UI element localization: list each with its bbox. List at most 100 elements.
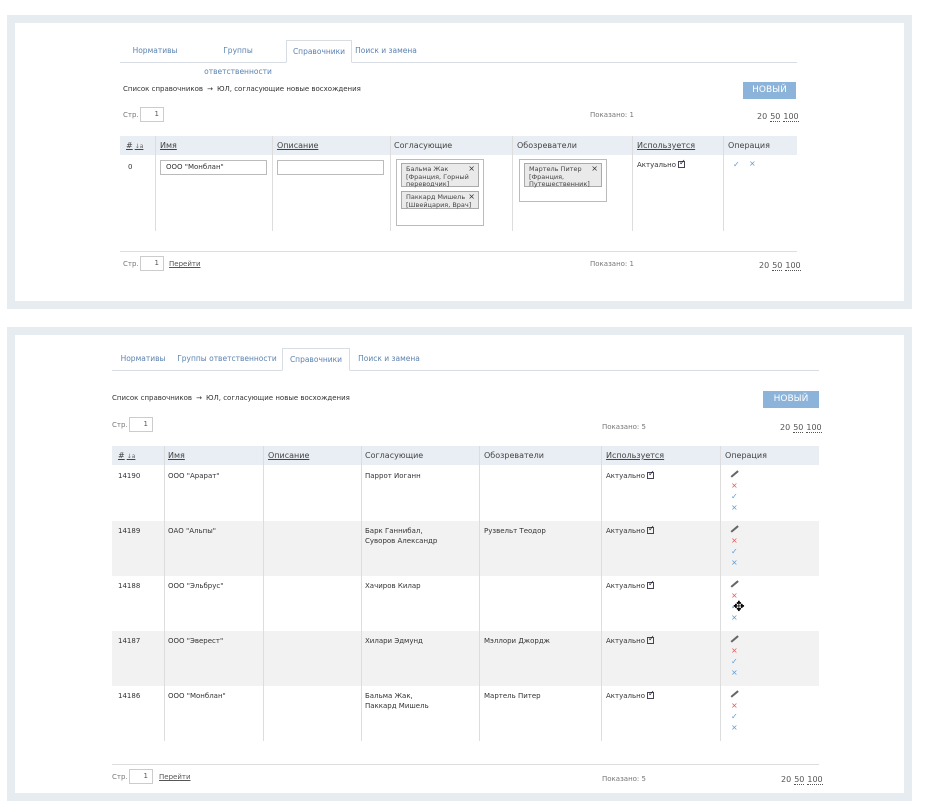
delete-icon[interactable]: × [731, 481, 738, 490]
page-size-50[interactable]: 50 [794, 775, 805, 785]
col-name[interactable]: Имя [160, 136, 177, 155]
tab-norms[interactable]: Нормативы [120, 40, 190, 61]
edit-icon[interactable] [730, 470, 738, 480]
used-status[interactable]: Актуально [637, 158, 686, 170]
cancel-icon[interactable]: × [731, 558, 738, 567]
edit-icon[interactable] [730, 690, 738, 700]
row-approvers: Хачиров Килар [365, 582, 421, 590]
col-divider [390, 136, 391, 231]
col-used[interactable]: Используется [606, 446, 664, 465]
page-size-50[interactable]: 50 [770, 112, 781, 122]
tab-search-replace[interactable]: Поиск и замена [352, 40, 420, 61]
row-num: 14186 [118, 692, 141, 700]
col-description[interactable]: Описание [268, 446, 309, 465]
confirm-icon[interactable]: ✓ [731, 712, 738, 721]
delete-icon[interactable]: × [731, 536, 738, 545]
page-input[interactable]: 1 [140, 107, 164, 122]
page-label: Стр. [123, 260, 139, 268]
reviewers-field[interactable]: Мартель Питер [Франция, Путешественник] … [519, 159, 607, 202]
row-used[interactable]: Актуально [606, 524, 655, 536]
checkbox-icon[interactable] [647, 469, 655, 479]
divider [112, 764, 819, 765]
remove-tag-icon[interactable]: × [591, 165, 598, 173]
col-num[interactable]: # ↓a [126, 136, 143, 155]
page-size-100[interactable]: 100 [785, 261, 801, 271]
row-num: 0 [128, 163, 133, 171]
col-num[interactable]: # ↓a [118, 446, 135, 465]
page-size-20[interactable]: 20 [780, 423, 790, 432]
checkbox-icon[interactable] [678, 158, 686, 168]
page-size-100[interactable]: 100 [807, 775, 823, 785]
checkbox-icon[interactable] [647, 524, 655, 534]
col-divider [601, 446, 602, 741]
goto-link[interactable]: Перейти [169, 260, 201, 268]
tab-dictionaries[interactable]: Справочники [286, 40, 352, 63]
edit-icon[interactable] [730, 580, 738, 590]
col-divider [155, 136, 156, 231]
row-reviewers: Мартель Питер [484, 692, 541, 700]
confirm-icon[interactable]: ✓ [733, 160, 740, 169]
checkbox-icon[interactable] [647, 689, 655, 699]
page-size-50[interactable]: 50 [793, 423, 804, 433]
edit-icon[interactable] [730, 635, 738, 645]
breadcrumb-root[interactable]: Список справочников [123, 85, 203, 93]
checkbox-icon[interactable] [647, 634, 655, 644]
tab-dictionaries[interactable]: Справочники [282, 348, 350, 371]
col-name[interactable]: Имя [168, 446, 185, 465]
editor-panel-top: Нормативы Группы ответственности Справоч… [7, 15, 912, 309]
col-used[interactable]: Используется [637, 136, 695, 155]
row-used[interactable]: Актуально [606, 689, 655, 701]
tab-responsibility-groups[interactable]: Группы ответственности [174, 348, 280, 369]
col-divider [720, 446, 721, 741]
confirm-icon[interactable]: ✓ [731, 492, 738, 501]
name-field[interactable]: ООО "Монблан" [160, 160, 267, 175]
page-size-20[interactable]: 20 [781, 775, 791, 784]
new-button[interactable]: НОВЫЙ [743, 82, 796, 99]
checkbox-icon[interactable] [647, 579, 655, 589]
shown-count: Показано: 1 [590, 111, 634, 119]
edit-icon[interactable] [730, 525, 738, 535]
page-size-50[interactable]: 50 [772, 261, 783, 271]
cancel-icon[interactable]: × [749, 159, 756, 168]
tab-responsibility-groups[interactable]: Группы ответственности [190, 40, 286, 76]
goto-link[interactable]: Перейти [159, 773, 191, 781]
approvers-field[interactable]: Бальма Жак [Франция, Горный переводчик] … [396, 159, 484, 226]
breadcrumb-current: ЮЛ, согласующие новые восхождения [216, 85, 361, 93]
confirm-icon[interactable]: ✓ [731, 657, 738, 666]
table-header [120, 136, 797, 155]
row-approvers: Барк Ганнибал, [365, 527, 423, 535]
panel-content: Нормативы Группы ответственности Справоч… [112, 348, 823, 788]
approver-tag: Паккард Мишель [Швейцария, Врач] × [401, 191, 479, 209]
description-field[interactable] [277, 160, 384, 175]
remove-tag-icon[interactable]: × [468, 165, 475, 173]
row-used[interactable]: Актуально [606, 469, 655, 481]
page-size-20[interactable]: 20 [757, 112, 767, 121]
page-input[interactable]: 1 [129, 417, 153, 432]
delete-icon[interactable]: × [731, 701, 738, 710]
page-size-100[interactable]: 100 [783, 112, 799, 122]
col-divider [723, 136, 724, 231]
col-reviewers: Обозреватели [517, 141, 577, 150]
page-input-bottom[interactable]: 1 [129, 769, 153, 784]
row-used[interactable]: Актуально [606, 579, 655, 591]
cancel-icon[interactable]: × [731, 723, 738, 732]
tab-search-replace[interactable]: Поиск и замена [350, 348, 428, 369]
row-used[interactable]: Актуально [606, 634, 655, 646]
page-size-selector: 20 50 100 [756, 261, 801, 271]
sort-icon[interactable]: ↓a [127, 453, 136, 460]
sort-icon[interactable]: ↓a [135, 143, 144, 150]
col-description[interactable]: Описание [277, 136, 318, 155]
breadcrumb-root[interactable]: Список справочников [112, 394, 192, 402]
row-name: ООО "Монблан" [168, 692, 226, 700]
new-button[interactable]: НОВЫЙ [763, 391, 819, 408]
page-size-100[interactable]: 100 [806, 423, 822, 433]
col-divider [164, 446, 165, 741]
page-input-bottom[interactable]: 1 [140, 256, 164, 271]
confirm-icon[interactable]: ✓ [731, 547, 738, 556]
page-size-20[interactable]: 20 [759, 261, 769, 270]
cancel-icon[interactable]: × [731, 668, 738, 677]
delete-icon[interactable]: × [731, 646, 738, 655]
cancel-icon[interactable]: × [731, 503, 738, 512]
tab-norms[interactable]: Нормативы [112, 348, 174, 369]
remove-tag-icon[interactable]: × [468, 193, 475, 201]
